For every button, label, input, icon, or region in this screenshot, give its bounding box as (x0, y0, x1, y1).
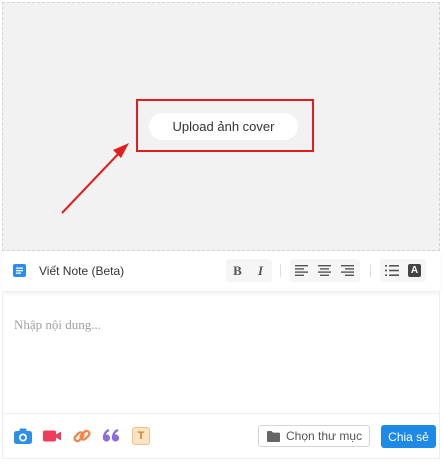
bold-button[interactable]: B (226, 259, 249, 282)
camera-icon[interactable] (13, 426, 33, 446)
share-button[interactable]: Chia sẻ (381, 425, 436, 448)
link-icon[interactable] (72, 426, 92, 446)
video-icon[interactable] (42, 426, 62, 446)
editor-title: Viết Note (Beta) (39, 264, 125, 278)
align-center-icon[interactable] (313, 259, 336, 282)
divider (370, 264, 371, 277)
italic-button[interactable]: I (249, 259, 272, 282)
quote-icon[interactable] (101, 426, 121, 446)
text-style-group: B I (226, 259, 272, 282)
divider (280, 264, 281, 277)
format-a-label: A (408, 264, 421, 277)
note-footer: T Chọn thư mục Chia sẻ (2, 413, 440, 459)
folder-icon (267, 430, 280, 442)
align-left-icon[interactable] (290, 259, 313, 282)
align-right-icon[interactable] (336, 259, 359, 282)
align-group (290, 259, 360, 282)
text-format-button[interactable]: A (403, 259, 426, 282)
content-placeholder: Nhập nội dung... (14, 317, 102, 332)
highlight-box (136, 99, 314, 152)
folder-label: Chọn thư mục (286, 429, 363, 443)
bullet-list-icon[interactable] (380, 259, 403, 282)
text-tag-label: T (137, 430, 145, 442)
list-group: A (380, 259, 426, 282)
editor-toolbar: Viết Note (Beta) B I A (2, 251, 440, 292)
choose-folder-button[interactable]: Chọn thư mục (258, 425, 370, 447)
note-icon (13, 264, 26, 277)
note-content-editor[interactable]: Nhập nội dung... (2, 293, 440, 413)
text-tag-icon[interactable]: T (132, 427, 150, 445)
